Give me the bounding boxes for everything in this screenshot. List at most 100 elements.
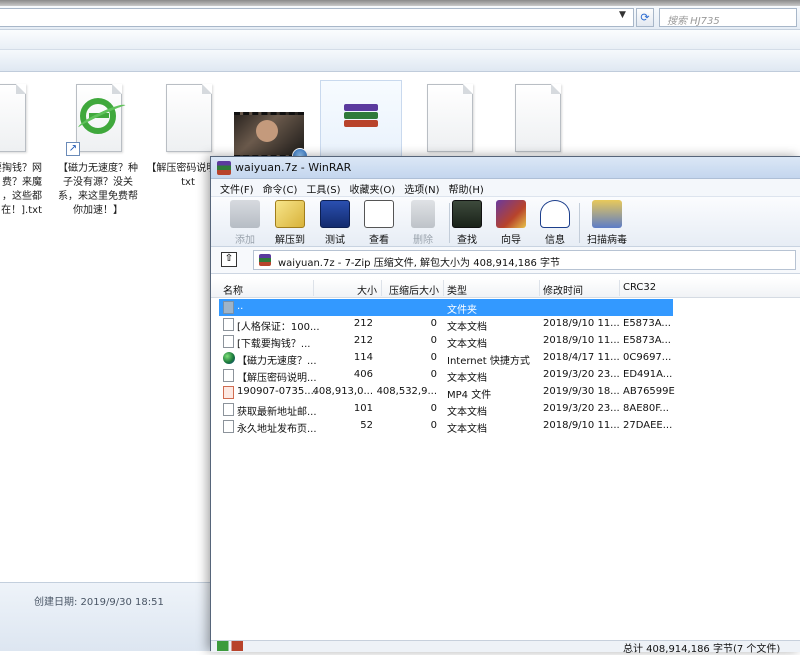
find-button[interactable]: 查找	[445, 200, 489, 246]
cell-name: ..	[237, 301, 244, 312]
file-item[interactable]	[320, 80, 404, 160]
info-icon	[540, 200, 570, 228]
file-label: 【磁力无速度？种子没有源？没关系，来这里免费帮你加速！】	[58, 163, 138, 216]
explorer-toolbar: ▼ ▲	[0, 50, 800, 116]
extract-to-label: 解压到	[275, 235, 305, 246]
wizard-button[interactable]: 向导	[489, 200, 533, 246]
path-bar: ⇧ waiyuan.7z - 7-Zip 压缩文件, 解包大小为 408,914…	[211, 247, 800, 274]
menu-tools[interactable]: 工具(S)	[297, 179, 340, 196]
cell-size: 406	[353, 369, 373, 380]
cell-name: 【磁力无速度？...	[237, 356, 317, 367]
cell-packed: 0	[430, 420, 437, 431]
cell-name: 190907-0735....	[237, 386, 317, 397]
test-button[interactable]: 测试	[313, 200, 357, 246]
window-title: waiyuan.7z - WinRAR	[235, 161, 352, 174]
extract-to-button[interactable]: 解压到	[268, 200, 312, 246]
menu-bar: 文件(F) 命令(C) 工具(S) 收藏夹(O) 选项(N) 帮助(H)	[211, 179, 800, 197]
info-label: 信息	[545, 235, 565, 246]
table-row[interactable]: 【磁力无速度？... 114 0 Internet 快捷方式 2018/4/17…	[219, 350, 799, 367]
archive-path[interactable]: waiyuan.7z - 7-Zip 压缩文件, 解包大小为 408,914,1…	[253, 250, 796, 270]
address-input[interactable]	[0, 8, 634, 27]
explorer-command-bar	[0, 30, 800, 50]
delete-label: 删除	[413, 235, 433, 246]
cell-type: 文本文档	[447, 407, 487, 418]
text-file-icon	[0, 84, 30, 156]
table-row[interactable]: 获取最新地址邮... 101 0 文本文档 2019/3/20 23... 8A…	[219, 401, 799, 418]
status-total: 总计 408,914,186 字节(7 个文件)	[623, 644, 781, 655]
address-history-dropdown[interactable]: ▼	[619, 10, 626, 20]
file-label: 要掏钱？网 费？来魔 ，这些都 在！].txt	[0, 163, 42, 216]
wizard-label: 向导	[501, 235, 521, 246]
table-row[interactable]: .. 文件夹	[219, 299, 799, 316]
internet-shortcut-icon	[223, 352, 235, 364]
table-row[interactable]: 【解压密码说明... 406 0 文本文档 2019/3/20 23... ED…	[219, 367, 799, 384]
refresh-icon[interactable]: ⟳	[636, 8, 654, 27]
cell-modified: 2019/3/20 23...	[543, 403, 620, 414]
cell-name: [下载要掏钱？...	[237, 339, 311, 350]
video-file-icon	[223, 386, 234, 399]
search-input[interactable]: 搜索 HJ735	[659, 8, 797, 27]
toolbar-separator	[579, 203, 580, 243]
info-button[interactable]: 信息	[533, 200, 577, 246]
cell-packed: 0	[430, 318, 437, 329]
file-item[interactable]	[414, 84, 484, 156]
virus-scan-button[interactable]: 扫描病毒	[583, 200, 631, 246]
text-file-icon	[421, 84, 477, 156]
up-folder-icon[interactable]: ⇧	[221, 252, 237, 267]
title-bar[interactable]: waiyuan.7z - WinRAR	[211, 157, 800, 179]
cell-modified: 2019/3/20 23...	[543, 369, 620, 380]
cell-modified: 2018/9/10 11...	[543, 335, 620, 346]
cell-modified: 2019/9/30 18...	[543, 386, 620, 397]
cell-size: 101	[353, 403, 373, 414]
file-item[interactable]: ↗ 【磁力无速度？种子没有源？没关系，来这里免费帮你加速！】	[56, 84, 140, 218]
add-button[interactable]: 添加	[223, 200, 267, 246]
menu-favorites[interactable]: 收藏夹(O)	[341, 179, 396, 196]
delete-icon	[411, 200, 435, 228]
cell-size: 408,913,0...	[312, 386, 373, 397]
menu-commands[interactable]: 命令(C)	[254, 179, 298, 196]
cell-size: 212	[353, 318, 373, 329]
add-icon	[230, 200, 260, 228]
cell-type: MP4 文件	[447, 390, 492, 401]
table-row[interactable]: 永久地址发布页... 52 0 文本文档 2018/9/10 11... 27D…	[219, 418, 799, 435]
cell-packed: 0	[430, 352, 437, 363]
cell-name: 获取最新地址邮...	[237, 407, 317, 418]
column-packed[interactable]: 压缩后大小	[389, 282, 439, 297]
cell-modified: 2018/9/10 11...	[543, 420, 620, 431]
file-item[interactable]	[502, 84, 572, 156]
column-name[interactable]: 名称	[223, 282, 243, 297]
test-label: 测试	[325, 235, 345, 246]
cell-type: 文本文档	[447, 373, 487, 384]
table-row[interactable]: 190907-0735.... 408,913,0... 408,532,9..…	[219, 384, 799, 401]
file-item[interactable]: 要掏钱？网 费？来魔 ，这些都 在！].txt	[0, 84, 44, 218]
delete-button[interactable]: 删除	[401, 200, 445, 246]
table-row[interactable]: [下载要掏钱？... 212 0 文本文档 2018/9/10 11... E5…	[219, 333, 799, 350]
menu-file[interactable]: 文件(F)	[211, 179, 254, 196]
menu-options[interactable]: 选项(N)	[395, 179, 439, 196]
cell-crc32: AB76599E	[623, 386, 675, 397]
text-file-icon	[223, 318, 234, 331]
winrar-archive-icon	[320, 80, 404, 160]
internet-shortcut-icon: ↗	[66, 84, 126, 156]
test-icon	[320, 200, 350, 228]
find-label: 查找	[457, 235, 477, 246]
text-file-icon	[223, 403, 234, 416]
cell-crc32: 0C9697...	[623, 352, 672, 363]
column-size[interactable]: 大小	[357, 282, 377, 297]
archive-path-text: waiyuan.7z - 7-Zip 压缩文件, 解包大小为 408,914,1…	[278, 258, 561, 269]
cell-name: 永久地址发布页...	[237, 424, 317, 435]
winrar-window: waiyuan.7z - WinRAR 文件(F) 命令(C) 工具(S) 收藏夹(O…	[210, 156, 800, 655]
cell-packed: 0	[430, 403, 437, 414]
table-row[interactable]: [人格保证：100... 212 0 文本文档 2018/9/10 11... …	[219, 316, 799, 333]
archive-icon	[259, 254, 271, 266]
column-type[interactable]: 类型	[447, 282, 467, 297]
cell-type: 文本文档	[447, 322, 487, 333]
column-modified[interactable]: 修改时间	[543, 282, 583, 297]
cell-crc32: ED491A...	[623, 369, 673, 380]
toolbar: 添加 解压到 测试 查看 删除 查找 向导 信息 扫描病毒	[211, 197, 800, 247]
file-item[interactable]	[234, 84, 310, 164]
menu-help[interactable]: 帮助(H)	[440, 179, 484, 196]
column-crc32[interactable]: CRC32	[623, 282, 656, 293]
cell-size: 114	[353, 352, 373, 363]
view-button[interactable]: 查看	[357, 200, 401, 246]
